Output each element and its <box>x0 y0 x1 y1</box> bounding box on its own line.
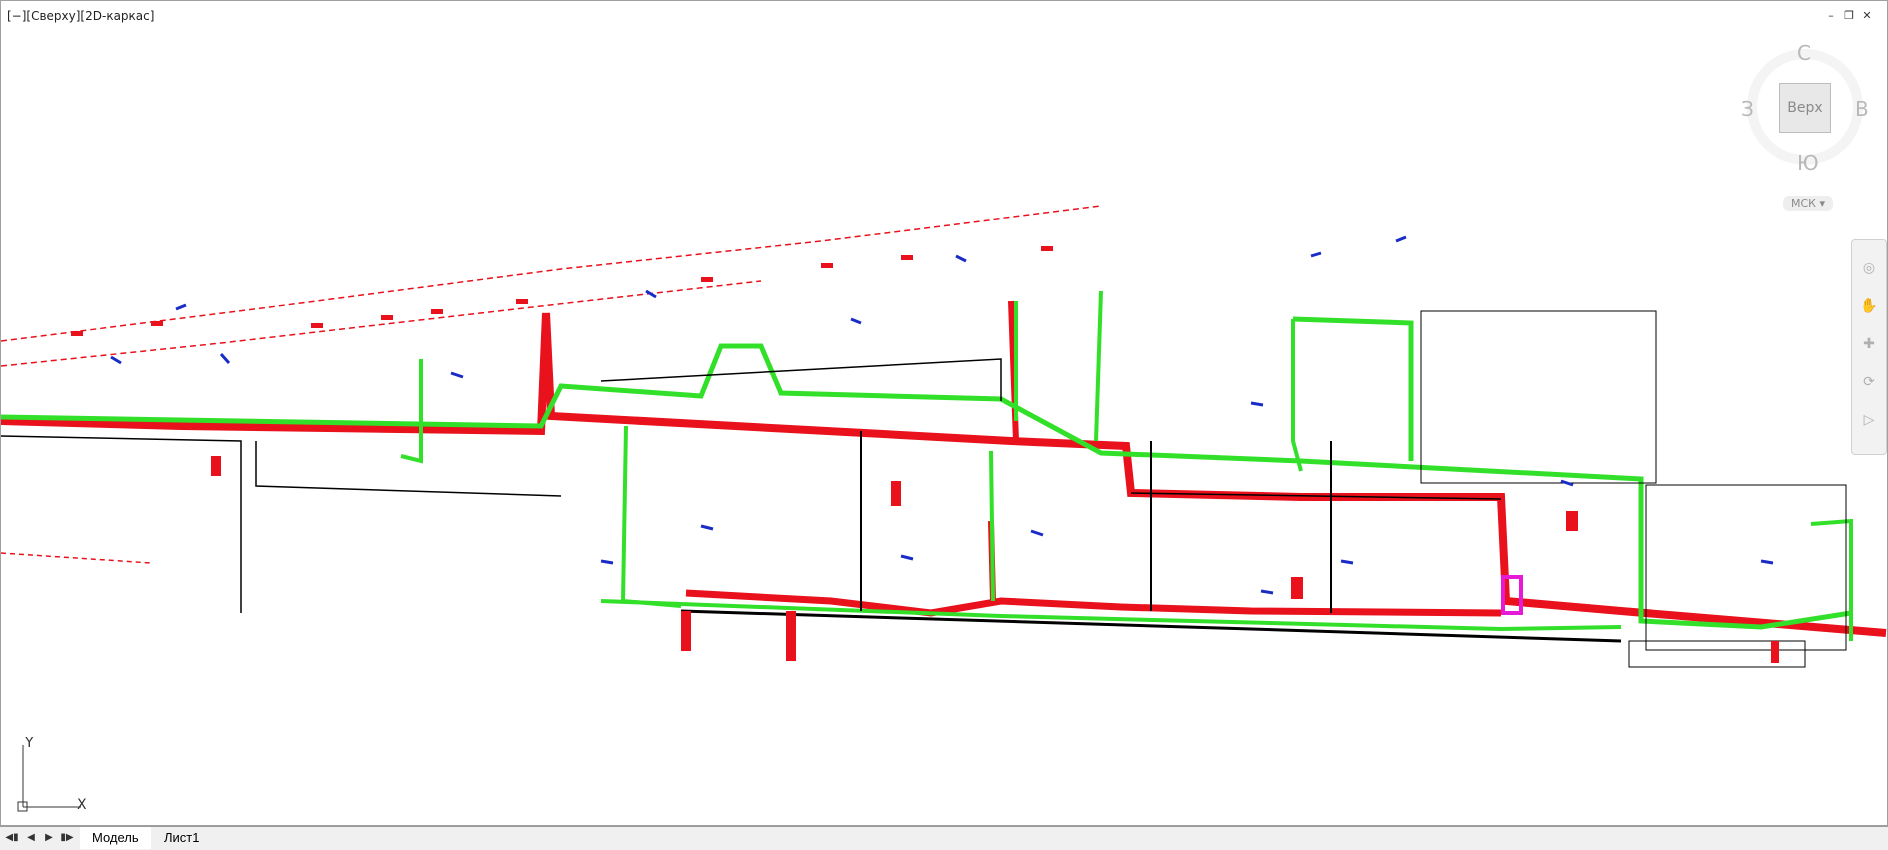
green-loop-top <box>1292 316 1414 461</box>
second-dashed-red-line <box>1 280 762 367</box>
green-right-loop <box>1810 518 1853 641</box>
compass-west[interactable]: З <box>1741 97 1754 121</box>
compass-east[interactable]: В <box>1855 97 1869 121</box>
ucs-icon: Y X <box>17 737 87 813</box>
orbit-icon[interactable]: ⟳ <box>1859 372 1879 392</box>
prev-tab-button[interactable]: ◀ <box>24 831 38 845</box>
blue-segments <box>110 235 1774 595</box>
ucs-y-label: Y <box>24 737 34 751</box>
green-vertical-5 <box>989 450 995 602</box>
black-line-2 <box>255 441 562 497</box>
cad-drawing <box>1 205 1887 668</box>
green-vertical-3 <box>1094 290 1103 442</box>
main-red-pipe <box>1 312 1887 637</box>
viewcube[interactable]: С Ю З В Верх МСК ▾ <box>1741 41 1871 221</box>
black-line-1 <box>1 435 242 613</box>
left-dashed-red-line <box>1 552 152 564</box>
pan-icon[interactable]: ✋ <box>1859 296 1879 316</box>
next-tab-button[interactable]: ▶ <box>42 831 56 845</box>
showmotion-icon[interactable]: ▷ <box>1859 410 1879 430</box>
ucs-x-label: X <box>77 797 87 813</box>
navigation-bar: ◎ ✋ ✚ ⟳ ▷ <box>1851 239 1887 455</box>
wcs-label: МСК <box>1791 197 1816 210</box>
wcs-menu[interactable]: МСК ▾ <box>1783 196 1834 211</box>
compass-south[interactable]: Ю <box>1797 151 1819 175</box>
top-dashed-red-line <box>1 205 1102 342</box>
tab-sheet1[interactable]: Лист1 <box>152 827 211 849</box>
last-tab-button[interactable]: ▮▶ <box>60 831 74 845</box>
layout-tab-bar: ◀▮ ◀ ▶ ▮▶ Модель Лист1 <box>0 826 1888 850</box>
green-vertical-1 <box>620 425 682 608</box>
tab-model[interactable]: Модель <box>80 827 151 849</box>
green-loop-left <box>400 359 423 464</box>
black-outline-building <box>1420 310 1657 484</box>
steering-wheel-icon[interactable]: ◎ <box>1859 258 1879 278</box>
viewcube-top-face[interactable]: Верх <box>1779 83 1831 133</box>
compass-north[interactable]: С <box>1797 41 1811 65</box>
green-vertical-4 <box>1291 319 1303 472</box>
chevron-down-icon: ▾ <box>1819 197 1826 210</box>
zoom-icon[interactable]: ✚ <box>1859 334 1879 354</box>
model-viewport[interactable]: [−][Сверху][2D-каркас] – ❐ ✕ С Ю З В Вер… <box>0 0 1888 826</box>
first-tab-button[interactable]: ◀▮ <box>5 831 19 845</box>
